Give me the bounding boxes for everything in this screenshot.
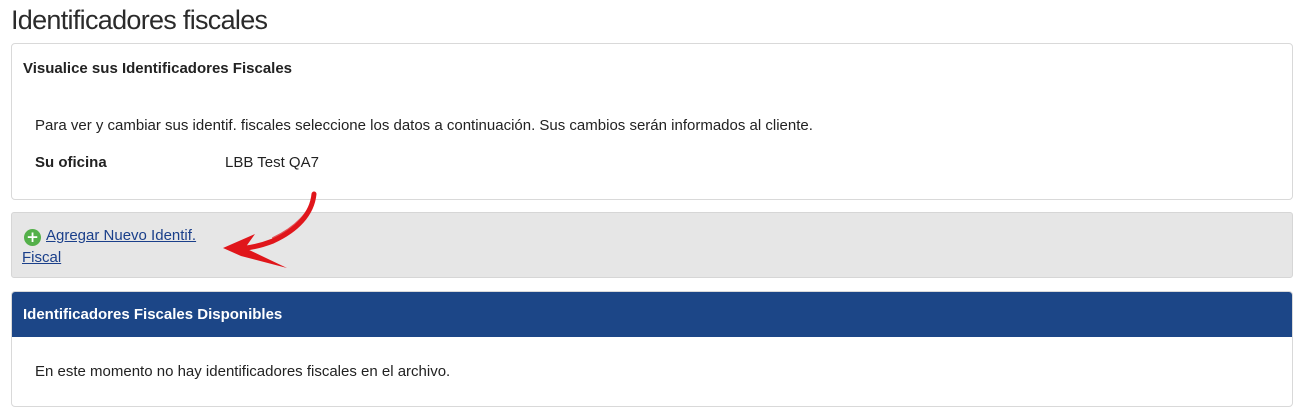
available-panel-title: Identificadores Fiscales Disponibles [23, 306, 283, 323]
empty-state-message: En este momento no hay identificadores f… [35, 363, 451, 380]
view-tax-ids-panel: Visualice sus Identificadores Fiscales P… [11, 43, 1293, 200]
office-label: Su oficina [35, 154, 107, 171]
annotation-arrow-icon [223, 191, 317, 268]
available-tax-ids-panel: Identificadores Fiscales Disponibles En … [11, 291, 1293, 407]
page-title: Identificadores fiscales [11, 5, 268, 35]
office-value: LBB Test QA7 [225, 154, 319, 171]
add-new-tax-id-link[interactable]: Agregar Nuevo Identif. Fiscal [22, 225, 222, 269]
view-panel-title: Visualice sus Identificadores Fiscales [23, 60, 293, 77]
action-bar: + Agregar Nuevo Identif. Fiscal [11, 212, 1293, 278]
view-panel-description: Para ver y cambiar sus identif. fiscales… [35, 117, 813, 134]
available-panel-header: Identificadores Fiscales Disponibles [12, 292, 1292, 337]
